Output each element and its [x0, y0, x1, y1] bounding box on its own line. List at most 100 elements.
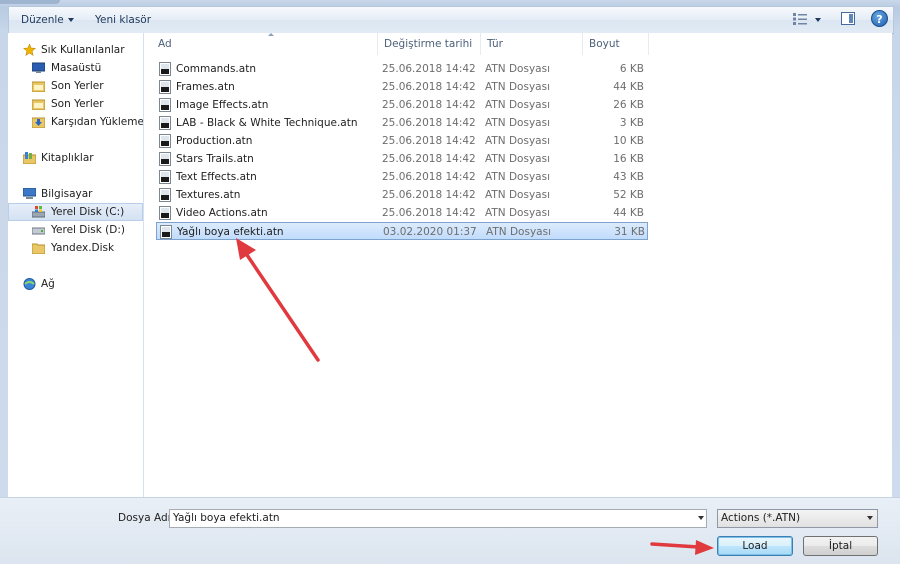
nav-computer-label: Bilgisayar: [41, 188, 93, 200]
nav-item-local-disk-c[interactable]: Yerel Disk (C:): [8, 203, 143, 221]
file-row[interactable]: Image Effects.atn 25.06.2018 14:42 ATN Dos…: [156, 96, 648, 114]
file-row[interactable]: Stars Trails.atn 25.06.2018 14:42 ATN Dosy…: [156, 150, 648, 168]
desktop-icon: [32, 62, 45, 73]
column-header-label: Ad: [158, 38, 172, 50]
file-row[interactable]: Frames.atn 25.06.2018 14:42 ATN Dosyası 44 …: [156, 78, 648, 96]
file-name: Commands.atn: [176, 63, 256, 75]
column-header-type[interactable]: Tür: [481, 33, 583, 55]
nav-item-label: Masaüstü: [51, 62, 102, 74]
file-row[interactable]: Yağlı boya efekti.atn 03.02.2020 01:37 ATN…: [156, 222, 648, 240]
nav-item-label: Yerel Disk (D:): [51, 224, 125, 236]
file-name: Text Effects.atn: [176, 171, 257, 183]
nav-item-yandex-disk[interactable]: Yandex.Disk: [8, 239, 143, 257]
file-type: ATN Dosyası: [485, 81, 550, 93]
organize-button[interactable]: Düzenle: [17, 12, 78, 28]
atn-file-icon: [159, 152, 171, 166]
nav-network-label: Ağ: [41, 278, 55, 290]
nav-libraries[interactable]: Kitaplıklar: [8, 149, 143, 167]
windows-drive-icon: [32, 206, 45, 218]
nav-item-label: Karşıdan Yüklemeler: [51, 116, 144, 128]
file-size: 6 KB: [619, 63, 644, 75]
nav-computer[interactable]: Bilgisayar: [8, 185, 143, 203]
file-size: 43 KB: [613, 171, 644, 183]
file-type: ATN Dosyası: [485, 153, 550, 165]
file-row[interactable]: Commands.atn 25.06.2018 14:42 ATN Dosyası 6…: [156, 60, 648, 78]
file-row[interactable]: Production.atn 25.06.2018 14:42 ATN Dosyas…: [156, 132, 648, 150]
file-size: 3 KB: [619, 117, 644, 129]
atn-file-icon: [159, 188, 171, 202]
chevron-down-icon: [867, 516, 873, 520]
nav-item-downloads[interactable]: Karşıdan Yüklemeler: [8, 113, 143, 131]
nav-item-recent-places[interactable]: Son Yerler: [8, 95, 143, 113]
downloads-icon: [32, 117, 45, 128]
nav-item-label: Yandex.Disk: [51, 242, 115, 254]
file-size: 31 KB: [614, 226, 645, 238]
chevron-down-icon: [67, 18, 74, 22]
file-date: 25.06.2018 14:42: [382, 171, 476, 183]
atn-file-icon: [159, 80, 171, 94]
nav-network[interactable]: Ağ: [8, 275, 143, 293]
chevron-down-icon[interactable]: [698, 516, 704, 520]
atn-file-icon: [159, 170, 171, 184]
views-icon[interactable]: [793, 13, 807, 25]
file-date: 25.06.2018 14:42: [382, 99, 476, 111]
file-type: ATN Dosyası: [485, 63, 550, 75]
nav-favorites[interactable]: Sık Kullanılanlar: [8, 41, 143, 59]
file-row[interactable]: Textures.atn 25.06.2018 14:42 ATN Dosyası 5…: [156, 186, 648, 204]
file-row[interactable]: Text Effects.atn 25.06.2018 14:42 ATN Dosy…: [156, 168, 648, 186]
file-name: LAB - Black & White Technique.atn: [176, 117, 358, 129]
file-date: 25.06.2018 14:42: [382, 135, 476, 147]
file-date: 25.06.2018 14:42: [382, 207, 476, 219]
filename-input[interactable]: Yağlı boya efekti.atn: [169, 509, 707, 528]
libraries-icon: [23, 152, 36, 164]
file-name: Yağlı boya efekti.atn: [177, 226, 284, 238]
drive-icon: [32, 227, 45, 235]
atn-file-icon: [159, 134, 171, 148]
file-name: Textures.atn: [176, 189, 241, 201]
file-name: Frames.atn: [176, 81, 235, 93]
preview-pane-icon[interactable]: [841, 12, 855, 25]
load-button[interactable]: Load: [717, 536, 793, 556]
file-type: ATN Dosyası: [485, 171, 550, 183]
nav-item-label: Son Yerler: [51, 98, 104, 110]
nav-libraries-label: Kitaplıklar: [41, 152, 94, 164]
file-size: 26 KB: [613, 99, 644, 111]
file-name: Image Effects.atn: [176, 99, 269, 111]
atn-file-icon: [159, 116, 171, 130]
column-header-size[interactable]: Boyut: [583, 33, 649, 55]
file-size: 52 KB: [613, 189, 644, 201]
filename-label: Dosya Adı:: [118, 512, 175, 524]
nav-favorites-label: Sık Kullanılanlar: [41, 44, 125, 56]
new-folder-button[interactable]: Yeni klasör: [91, 12, 155, 28]
toolbar: Düzenle Yeni klasör ?: [8, 6, 894, 34]
cancel-button[interactable]: İptal: [803, 536, 878, 556]
atn-file-icon: [159, 206, 171, 220]
folder-icon: [32, 243, 45, 254]
file-row[interactable]: LAB - Black & White Technique.atn 25.06.2…: [156, 114, 648, 132]
nav-item-desktop[interactable]: Masaüstü: [8, 59, 143, 77]
file-type: ATN Dosyası: [485, 117, 550, 129]
filename-value: Yağlı boya efekti.atn: [173, 512, 280, 524]
file-date: 25.06.2018 14:42: [382, 153, 476, 165]
file-name: Video Actions.atn: [176, 207, 268, 219]
column-header-name[interactable]: Ad: [152, 33, 378, 55]
organize-label: Düzenle: [21, 14, 64, 26]
dialog-footer: Dosya Adı: Yağlı boya efekti.atn Actions…: [0, 497, 900, 564]
nav-item-local-disk-d[interactable]: Yerel Disk (D:): [8, 221, 143, 239]
file-row[interactable]: Video Actions.atn 25.06.2018 14:42 ATN Dos…: [156, 204, 648, 222]
column-header-date[interactable]: Değiştirme tarihi: [378, 33, 481, 55]
views-dropdown-icon[interactable]: [815, 18, 821, 22]
file-type-value: Actions (*.ATN): [721, 512, 801, 524]
file-type-select[interactable]: Actions (*.ATN): [717, 509, 878, 528]
navigation-pane: Sık Kullanılanlar Masaüstü Son Yerler So…: [8, 33, 144, 497]
file-type: ATN Dosyası: [485, 135, 550, 147]
file-date: 25.06.2018 14:42: [382, 63, 476, 75]
help-icon[interactable]: ?: [871, 10, 888, 27]
file-name: Production.atn: [176, 135, 253, 147]
file-type: ATN Dosyası: [485, 189, 550, 201]
recent-places-icon: [32, 99, 45, 110]
file-size: 44 KB: [613, 81, 644, 93]
nav-item-recent-places[interactable]: Son Yerler: [8, 77, 143, 95]
sort-ascending-icon: [268, 33, 274, 36]
file-date: 25.06.2018 14:42: [382, 189, 476, 201]
